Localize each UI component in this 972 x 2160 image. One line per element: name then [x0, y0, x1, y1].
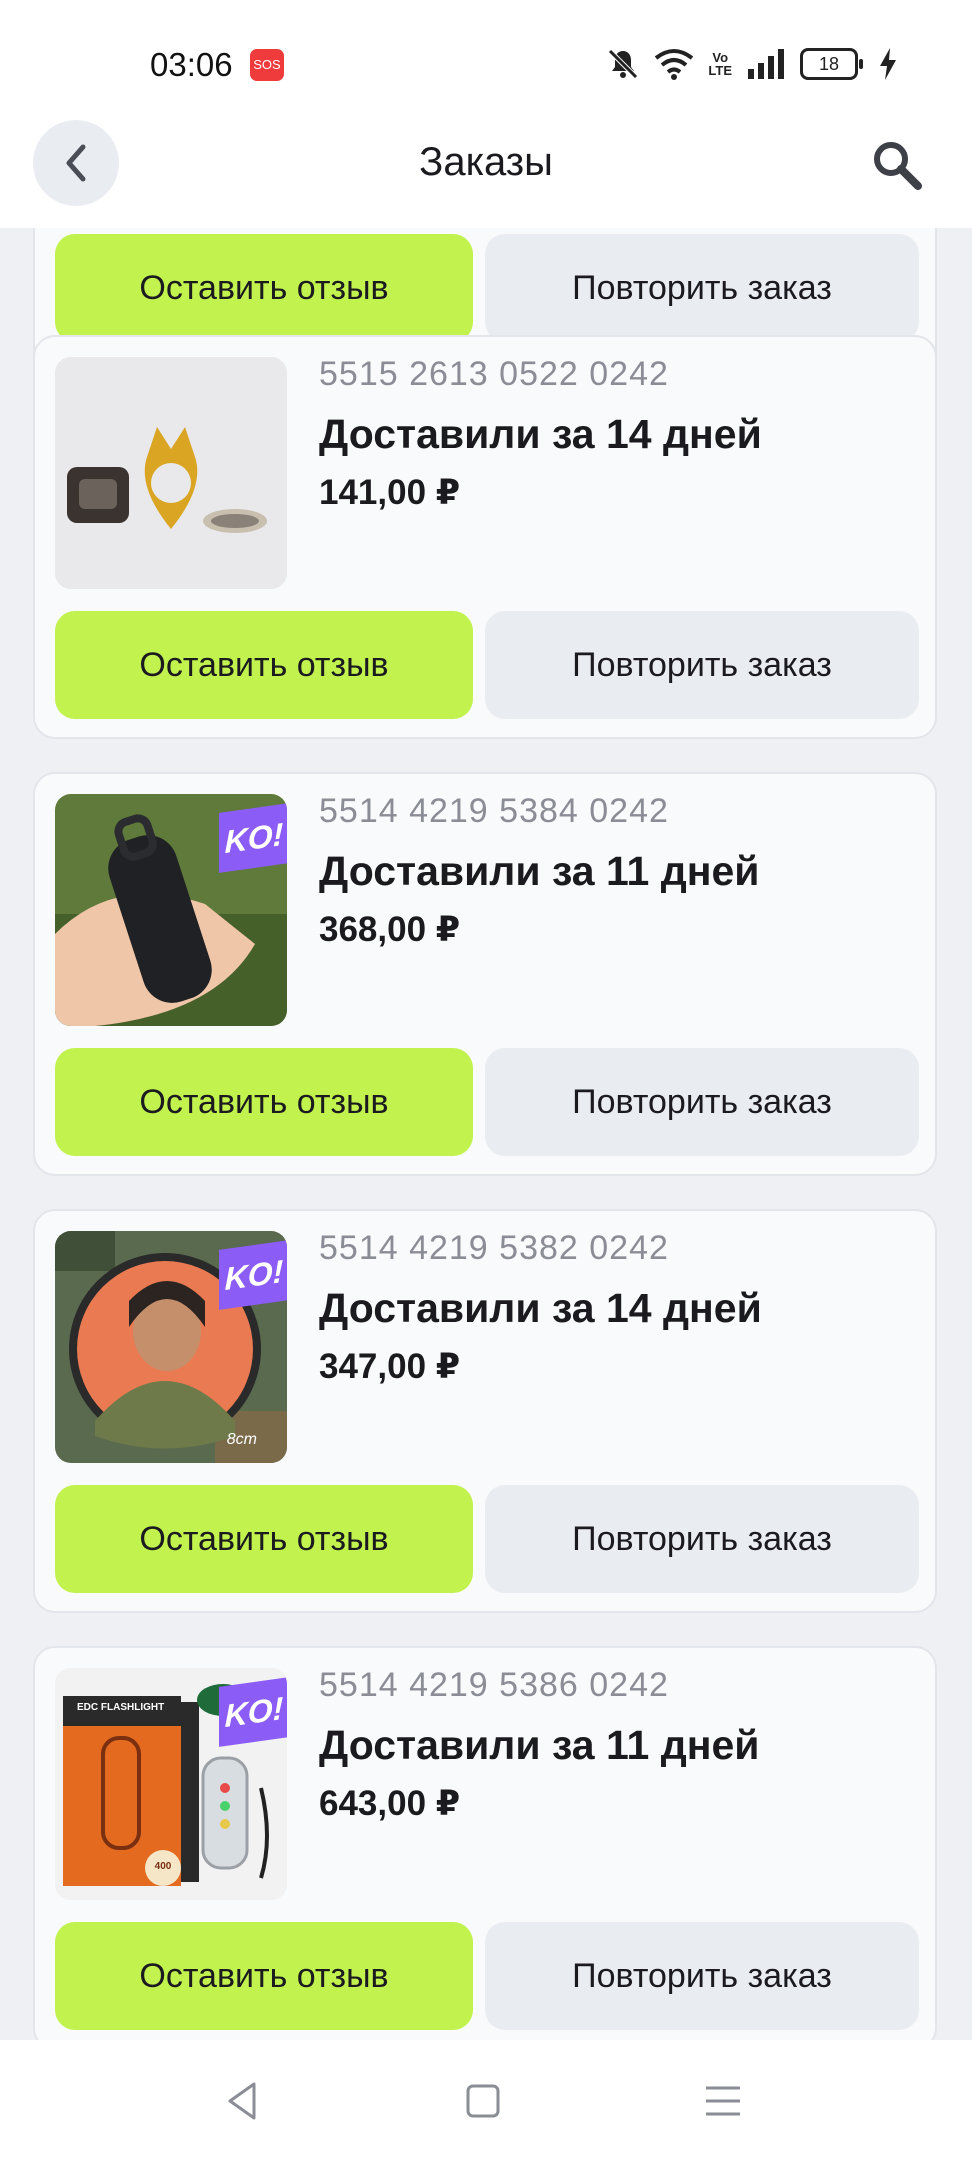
- repeat-order-button[interactable]: Повторить заказ: [485, 611, 919, 719]
- orders-list[interactable]: Оставить отзыв Повторить заказ 5515 2613…: [0, 228, 972, 2040]
- delivery-status: Доставили за 14 дней: [319, 411, 762, 457]
- nav-back-icon[interactable]: [218, 2076, 268, 2126]
- status-bar: 03:06 SOS Vo LTE 18: [0, 0, 972, 120]
- order-price: 368,00 ₽: [319, 910, 461, 949]
- ko-badge: KO!: [219, 1677, 287, 1747]
- search-icon[interactable]: [870, 138, 924, 192]
- delivery-status: Доставили за 11 дней: [319, 848, 760, 894]
- order-number: 5514 4219 5382 0242: [319, 1229, 669, 1267]
- ring-set-image: [55, 357, 287, 589]
- nav-home-icon[interactable]: [458, 2076, 508, 2126]
- page-title: Заказы: [419, 140, 553, 184]
- nav-menu-icon[interactable]: [698, 2076, 748, 2126]
- order-number: 5514 4219 5384 0242: [319, 792, 669, 830]
- order-card[interactable]: 8cm KO! 5514 4219 5382 0242 Доставили за…: [33, 1209, 937, 1613]
- battery-icon: 18: [800, 48, 863, 80]
- review-button[interactable]: Оставить отзыв: [55, 234, 473, 342]
- review-button[interactable]: Оставить отзыв: [55, 1922, 473, 2030]
- product-image: EDC FLASHLIGHT 400 KO!: [55, 1668, 287, 1900]
- order-price: 347,00 ₽: [319, 1347, 461, 1386]
- repeat-order-button[interactable]: Повторить заказ: [485, 1048, 919, 1156]
- ko-badge: KO!: [219, 803, 287, 873]
- repeat-order-button[interactable]: Повторить заказ: [485, 1922, 919, 2030]
- review-button[interactable]: Оставить отзыв: [55, 1048, 473, 1156]
- review-button[interactable]: Оставить отзыв: [55, 611, 473, 719]
- signal-icon: [748, 49, 784, 79]
- order-card[interactable]: KO! 5514 4219 5384 0242 Доставили за 11 …: [33, 772, 937, 1176]
- product-image: 8cm KO!: [55, 1231, 287, 1463]
- order-card[interactable]: 5515 2613 0522 0242 Доставили за 14 дней…: [33, 335, 937, 739]
- ko-badge: KO!: [219, 1240, 287, 1310]
- image-box-badge: 400: [154, 1861, 172, 1872]
- mute-icon: [608, 49, 639, 79]
- status-icons: Vo LTE 18: [606, 44, 898, 84]
- delivery-status: Доставили за 14 дней: [319, 1285, 762, 1331]
- volte-indicator: Vo LTE: [708, 51, 732, 77]
- order-number: 5514 4219 5386 0242: [319, 1666, 669, 1704]
- order-price: 643,00 ₽: [319, 1784, 461, 1823]
- order-number: 5515 2613 0522 0242: [319, 355, 669, 393]
- app-header: Заказы: [0, 120, 972, 228]
- image-box-title: EDC FLASHLIGHT: [77, 1702, 165, 1713]
- wifi-icon: [655, 49, 694, 80]
- repeat-order-button[interactable]: Повторить заказ: [485, 234, 919, 342]
- sos-badge: SOS: [250, 49, 284, 81]
- charging-icon: [880, 48, 896, 80]
- review-button[interactable]: Оставить отзыв: [55, 1485, 473, 1593]
- volte-line2: LTE: [708, 63, 732, 78]
- product-image: KO!: [55, 794, 287, 1026]
- order-price: 141,00 ₽: [319, 473, 461, 512]
- clock: 03:06: [150, 46, 233, 83]
- repeat-order-button[interactable]: Повторить заказ: [485, 1485, 919, 1593]
- order-card[interactable]: EDC FLASHLIGHT 400 KO! 5514 4219 5386 02…: [33, 1646, 937, 2040]
- system-nav-bar: [0, 2040, 972, 2160]
- image-caption: 8cm: [226, 1431, 257, 1448]
- product-image: [55, 357, 287, 589]
- delivery-status: Доставили за 11 дней: [319, 1722, 760, 1768]
